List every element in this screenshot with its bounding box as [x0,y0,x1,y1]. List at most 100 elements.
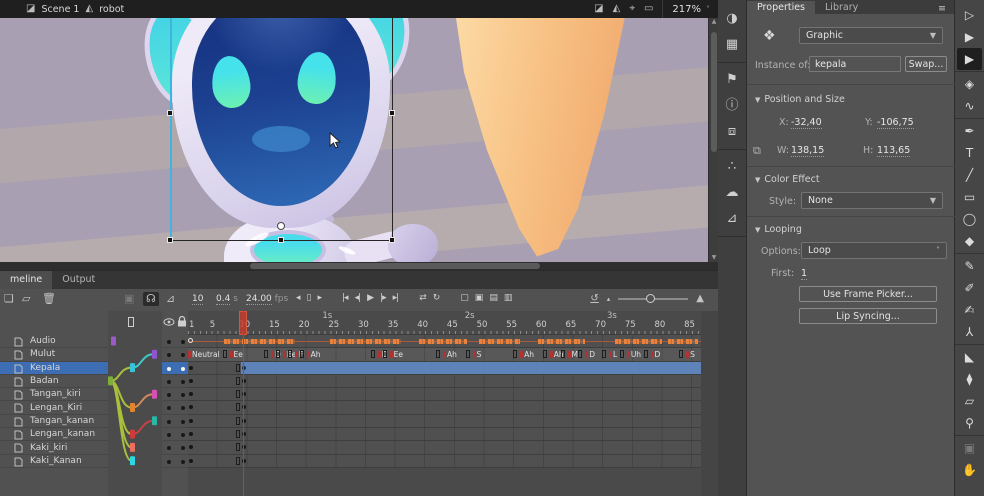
canvas-horizontal-scrollbar[interactable] [0,262,718,270]
layer-visibility-dot[interactable] [167,460,171,464]
color-effect-section-header[interactable]: ▼Color Effect [755,174,820,185]
layer-visibility-dot[interactable] [167,420,171,424]
panel-menu-icon[interactable]: ≡ [938,3,954,14]
frame-row-lengan-kiri[interactable] [188,401,701,414]
frame-row-tangan-kiri[interactable] [188,388,701,401]
robot-fist[interactable] [388,224,438,262]
frame-marker-icon[interactable]: ▯ [307,293,311,303]
frame-rate-indicator[interactable]: 24.00 fps [246,294,288,304]
prev-frame-icon[interactable]: ◂| [355,293,361,303]
flip-frames-icon[interactable]: ⇄ [419,293,426,303]
color-panel-icon[interactable]: ◑ [718,6,747,32]
rectangle-tool[interactable]: ▭ [957,186,982,208]
selection-handle-bottom-mid[interactable] [278,237,284,243]
current-frame-indicator[interactable]: 10 [192,294,203,304]
w-value[interactable]: 138,15 [791,145,824,157]
tab-library[interactable]: Library [815,1,868,14]
edit-multiple-frames-icon[interactable]: ▤ [489,293,497,303]
layer-parent-swatch[interactable] [152,390,157,399]
selection-handle-bottom-right[interactable] [389,237,395,243]
timeline-zoom-slider[interactable] [618,298,688,300]
subselection-tool[interactable]: ▷ [957,4,982,26]
delete-layer-icon[interactable]: 🗑 [42,292,56,306]
layer-lock-dot[interactable] [181,353,185,357]
layer-lock-dot[interactable] [181,340,185,344]
hand-tool[interactable]: ✋ [957,459,982,481]
last-frame-icon[interactable]: ▸| [393,293,399,303]
transform-point[interactable] [277,222,285,230]
bone-tool[interactable]: ⅄ [957,321,982,343]
edit-scene-icon[interactable]: ◪ [594,4,603,14]
symbol-type-dropdown[interactable]: Graphic▼ [799,27,943,44]
layer-lock-dot[interactable] [181,367,185,371]
layer-parent-swatch[interactable] [130,456,135,465]
timeline-zoom-in-icon[interactable]: ▲ [696,293,704,304]
info-panel-icon[interactable]: ⓘ [718,93,747,119]
layer-parent-swatch[interactable] [108,376,113,385]
selection-edge-right[interactable] [392,18,393,240]
oval-tool[interactable]: ◯ [957,208,982,230]
selection-tool[interactable]: ▶ [957,26,982,48]
layer-visibility-dot[interactable] [167,367,171,371]
eraser-tool[interactable]: ▱ [957,390,982,412]
instance-name-field[interactable]: kepala [809,56,901,72]
align-panel-icon[interactable]: ⚑ [718,67,747,93]
brush-library-panel-icon[interactable]: ∴ [718,154,747,180]
scroll-down-icon[interactable]: ▼ [709,254,718,262]
selected-frame-span[interactable] [241,362,701,374]
layer-visibility-dot[interactable] [167,446,171,450]
swatches-panel-icon[interactable]: ▦ [718,32,747,58]
tab-output[interactable]: Output [52,271,105,289]
frame-row-badan[interactable] [188,375,701,388]
vertical-scroll-thumb[interactable] [711,32,717,152]
loop-options-dropdown[interactable]: Loop˅ [801,242,947,259]
modify-markers-icon[interactable]: ▥ [504,293,512,303]
polystar-tool[interactable]: ◆ [957,230,982,252]
selection-handle-mid-right[interactable] [389,110,395,116]
layer-visibility-dot[interactable] [167,340,171,344]
layer-visibility-dot[interactable] [167,433,171,437]
layer-visibility-dot[interactable] [167,393,171,397]
lip-syncing-button[interactable]: Lip Syncing... [799,308,937,324]
layer-lock-dot[interactable] [181,446,185,450]
layer-parent-swatch[interactable] [130,430,135,439]
camera-toggle-icon[interactable]: ▣ [124,292,134,306]
layer-parent-swatch[interactable] [130,363,135,372]
frame-row-kaki-kiri[interactable] [188,441,701,454]
timeline-zoom-slider-knob[interactable] [646,294,655,303]
stage-canvas[interactable]: ▲ ▼ [0,18,718,262]
asset-warp-tool[interactable]: ⚲ [957,412,982,434]
y-value[interactable]: -106,75 [877,117,914,129]
frame-row-kepala[interactable] [188,362,701,375]
layer-lock-dot[interactable] [181,380,185,384]
lasso-tool[interactable]: ∿ [957,95,982,117]
next-frame-icon[interactable]: |▸ [380,293,386,303]
stage-zoom-control[interactable]: 217% ˅ [662,0,710,18]
frame-row-audio[interactable] [188,335,701,348]
show-hide-all-layers-icon[interactable] [163,317,175,327]
clip-content-outside-stage-icon[interactable]: ▭ [644,4,653,14]
reset-timeline-zoom-icon[interactable]: ↺ [590,293,598,304]
onion-skin-outlines-icon[interactable]: ▣ [475,293,483,303]
swap-button[interactable]: Swap... [905,56,947,72]
breadcrumb-symbol[interactable]: robot [99,4,124,15]
layer-parent-swatch[interactable] [152,416,157,425]
fluid-brush-tool[interactable]: ✍ [957,299,982,321]
new-folder-icon[interactable]: ▱ [22,292,30,306]
selection-handle-mid-left[interactable] [167,110,173,116]
layer-lock-dot[interactable] [181,393,185,397]
layer-depth-graph-icon[interactable]: ⊿ [166,292,175,306]
breadcrumb-scene[interactable]: Scene 1 [41,4,79,15]
frame-row-tangan-kanan[interactable] [188,415,701,428]
frame-row-kaki-kanan[interactable] [188,455,701,468]
layer-visibility-dot[interactable] [167,406,171,410]
layer-lock-dot[interactable] [181,420,185,424]
first-frame-value[interactable]: 1 [801,268,807,280]
layer-parenting-view-icon[interactable]: ☊ [143,292,159,306]
layer-parent-swatch[interactable] [152,350,157,359]
frame-row-mulut[interactable]: NeutralEeDEeFAhDEeAhSAhAhMDLUhDS [188,348,701,361]
link-width-height-icon[interactable]: ⧉ [753,144,761,158]
selection-handle-bottom-left[interactable] [167,237,173,243]
edit-symbol-icon[interactable]: ◭ [613,4,621,14]
cc-libraries-panel-icon[interactable]: ☁ [718,180,747,206]
